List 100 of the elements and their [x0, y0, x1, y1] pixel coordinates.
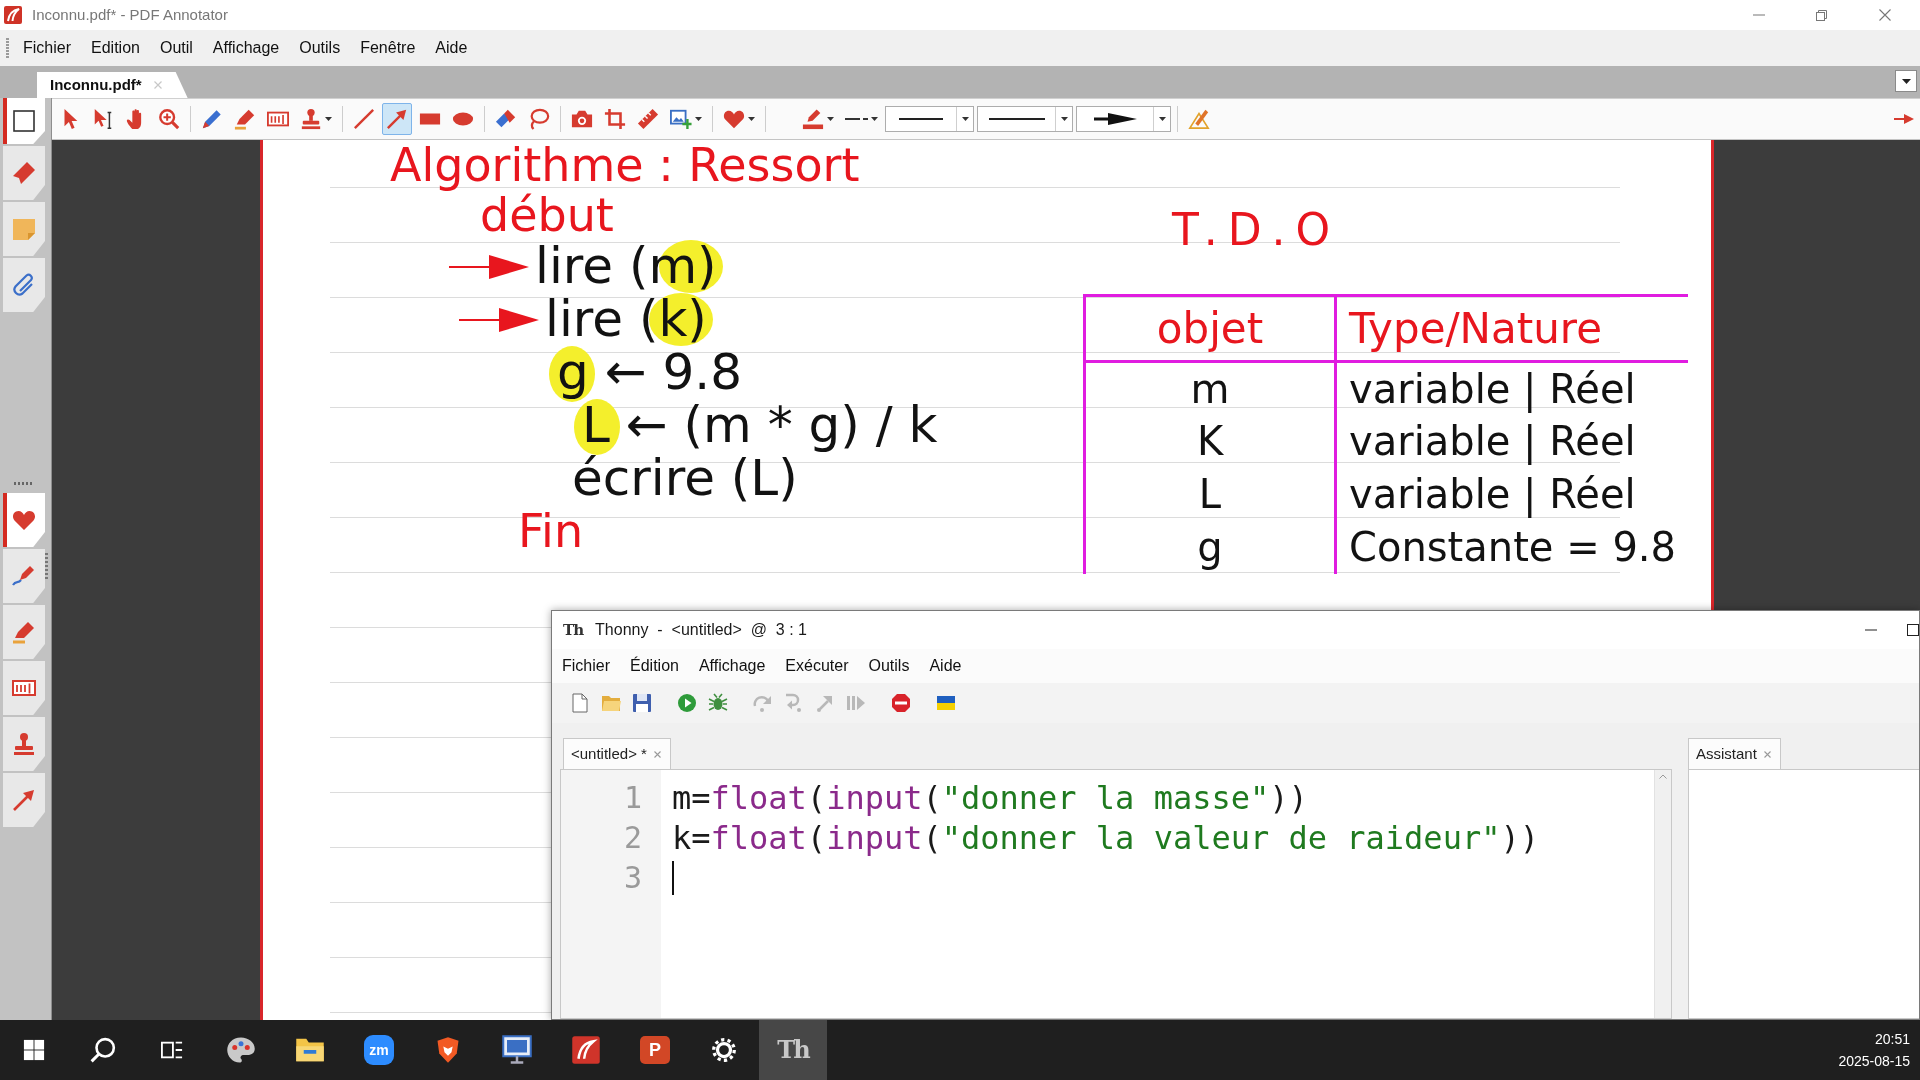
sidebar-tab[interactable] — [3, 146, 45, 200]
tab-list-button[interactable] — [1895, 70, 1917, 92]
document-tab[interactable]: Inconnu.pdf* — [37, 72, 188, 98]
handwritten-title: T.D.O — [1172, 205, 1341, 255]
column-header: Type/Nature — [1335, 295, 1688, 362]
minimize-icon — [1865, 629, 1877, 631]
app-logo: Th — [777, 1036, 809, 1064]
close-icon — [653, 750, 661, 758]
handwritten-text: g ← 9.8 — [557, 346, 742, 399]
menu-item[interactable]: Édition — [620, 651, 689, 681]
handwritten-title: Algorithme : Ressort — [390, 140, 860, 190]
ruler-icon — [637, 108, 659, 130]
handwritten-text: L ← (m * g) / k — [582, 399, 938, 452]
taskbar-button[interactable]: Th — [759, 1020, 827, 1080]
insert-image-icon — [670, 108, 692, 130]
splitter-grip-icon[interactable] — [45, 553, 48, 579]
sidebar-tab[interactable] — [3, 258, 45, 312]
line-number: 1 — [622, 779, 642, 817]
stamp-icon — [300, 108, 322, 130]
pen-icon — [12, 564, 36, 588]
sidebar-tab[interactable] — [3, 661, 45, 715]
close-icon — [1763, 750, 1771, 758]
settings-icon — [711, 1037, 737, 1063]
close-icon — [153, 81, 162, 89]
minimize-icon — [1752, 14, 1765, 16]
overflow-arrow-icon — [1894, 114, 1914, 124]
sidebar-tab[interactable] — [3, 98, 45, 144]
app-logo: P — [640, 1036, 670, 1064]
highlighter-icon — [12, 620, 36, 644]
sidebar-tab[interactable] — [3, 773, 45, 827]
sidebar-tab[interactable] — [3, 493, 45, 547]
menu-item[interactable]: Aide — [919, 651, 972, 681]
pencil-icon — [1188, 108, 1210, 130]
menu-item[interactable]: Affichage — [688, 651, 776, 681]
arrow-button[interactable] — [382, 103, 412, 135]
clock-date: 2025-08-15 — [1838, 1052, 1910, 1071]
line-preview-icon — [899, 118, 943, 120]
menu-item[interactable]: Outils — [858, 651, 920, 681]
window-title: Inconnu.pdf* - PDF Annotator — [32, 4, 228, 25]
app-logo: zm — [364, 1035, 394, 1065]
zoom-in-icon — [158, 108, 180, 130]
app-icon — [571, 1035, 601, 1065]
menu-item[interactable]: Aide — [425, 34, 478, 62]
line-number: 3 — [622, 859, 642, 897]
menu-item[interactable]: Fenêtre — [350, 34, 426, 62]
note-icon — [12, 217, 36, 241]
stop-icon — [891, 693, 911, 713]
caret-icon — [1901, 78, 1911, 84]
line-preview-icon — [988, 118, 1045, 120]
code-line: k=float(input("donner la valeur de raideur")) — [672, 818, 1539, 858]
taskbar-button[interactable]: P — [621, 1020, 689, 1080]
table-cell: variable | Réel — [1335, 361, 1688, 415]
step-into-icon — [784, 693, 804, 713]
arrowhead-dropdown[interactable] — [1076, 106, 1171, 132]
grip-icon — [14, 482, 34, 485]
table-cell: variable | Réel — [1335, 467, 1688, 521]
sidebar-tab[interactable] — [3, 717, 45, 771]
new-file-icon — [570, 693, 590, 713]
sidebar-tab[interactable] — [3, 605, 45, 659]
lasso-icon — [528, 108, 550, 130]
menu-item[interactable]: Exécuter — [775, 651, 859, 681]
panel-tab[interactable]: Assistant — [1688, 738, 1781, 769]
pen-color-icon — [802, 108, 824, 130]
handwritten-text: Fin — [518, 505, 584, 558]
paperclip-icon — [12, 273, 36, 297]
menu-item[interactable]: Outil — [149, 34, 203, 62]
menu-item[interactable]: Outils — [289, 34, 351, 62]
run-icon — [677, 693, 697, 713]
table-cell: g — [1084, 520, 1336, 574]
bookmark-icon — [12, 161, 36, 185]
table-cell: m — [1084, 361, 1336, 415]
app-logo: Th — [563, 621, 584, 639]
handwritten-text: début — [480, 190, 614, 240]
heart-icon — [723, 108, 745, 130]
resume-icon — [846, 693, 866, 713]
flag-icon — [936, 693, 956, 713]
palette-icon — [226, 1035, 256, 1065]
monitor-icon — [502, 1035, 532, 1065]
line-style-dropdown[interactable] — [977, 106, 1073, 132]
restore-icon — [1816, 9, 1827, 21]
sidebar-tab[interactable] — [3, 549, 45, 603]
menu-item[interactable]: Fichier — [13, 34, 81, 62]
highlighter-icon — [234, 108, 256, 130]
stamp-icon — [12, 732, 36, 756]
scrollbar[interactable] — [1654, 770, 1671, 1018]
line-dash-icon — [845, 118, 868, 120]
app-icon — [4, 6, 22, 24]
maximize-icon — [1907, 624, 1919, 636]
bug-icon — [708, 693, 728, 713]
table-cell: variable | Réel — [1335, 414, 1688, 468]
line-width-dropdown[interactable] — [885, 106, 974, 132]
menu-item[interactable]: Affichage — [202, 34, 290, 62]
heart-icon — [12, 508, 36, 532]
menu-grip-icon — [6, 38, 9, 58]
step-over-icon — [753, 693, 773, 713]
menu-item[interactable]: Fichier — [552, 651, 620, 681]
menu-item[interactable]: Edition — [81, 34, 150, 62]
step-out-icon — [815, 693, 835, 713]
editor-tab[interactable]: <untitled> * — [563, 738, 671, 769]
window-title: Thonny - <untitled> @ 3 : 1 — [595, 620, 807, 640]
